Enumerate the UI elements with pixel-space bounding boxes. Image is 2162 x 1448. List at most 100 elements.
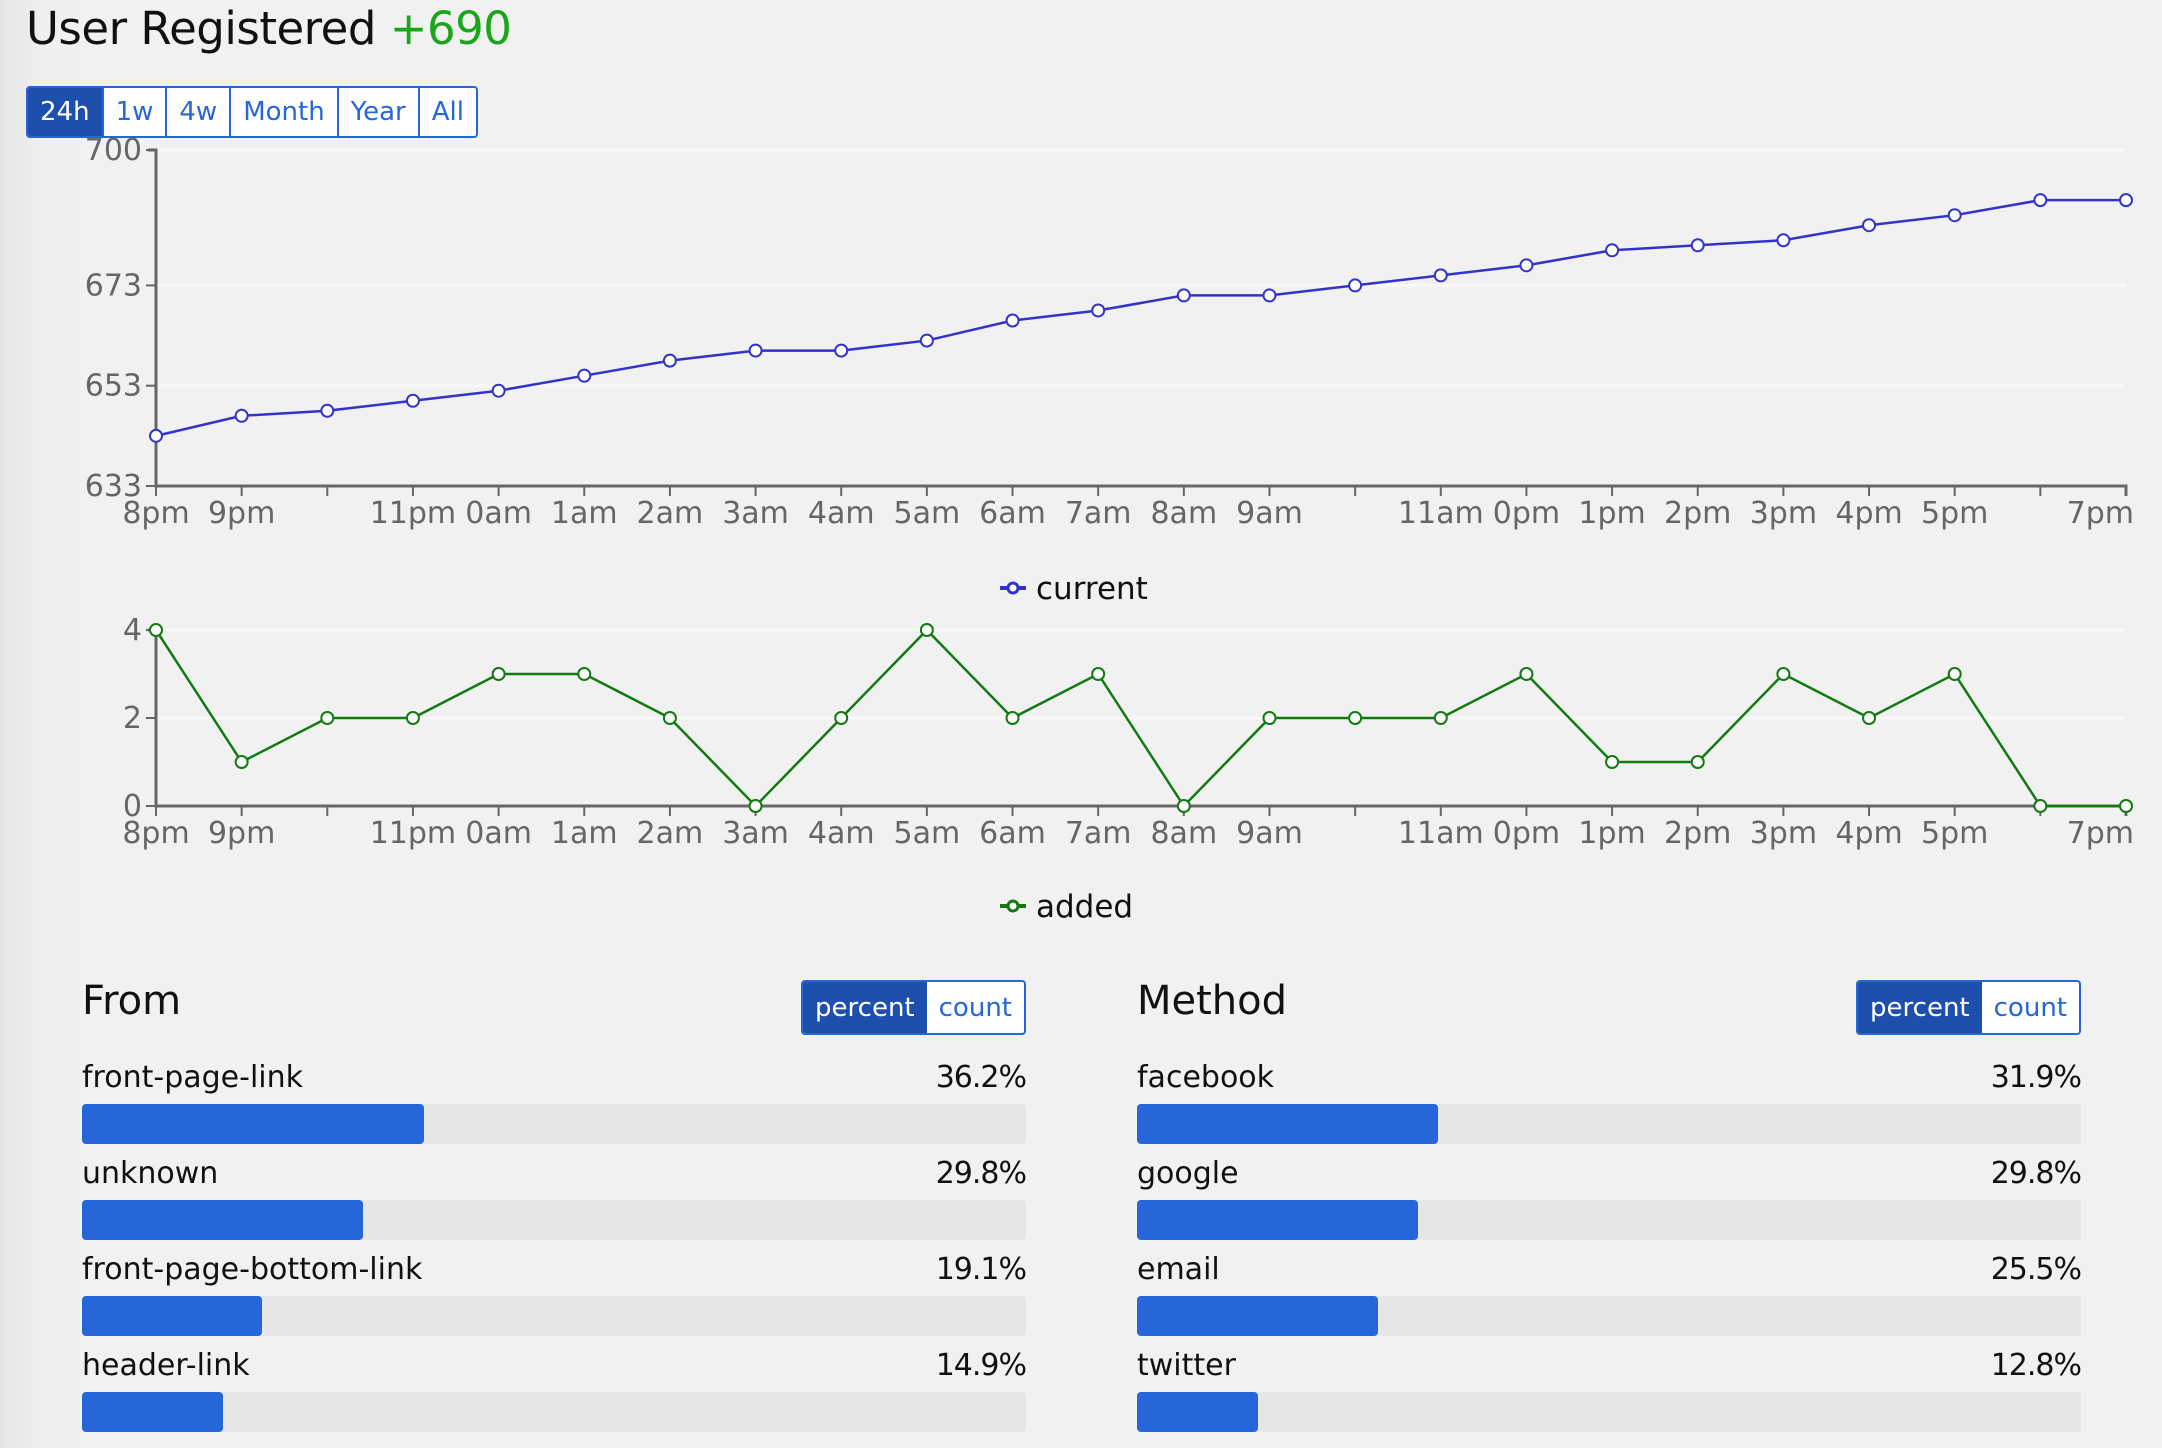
x-tick-label: 7am — [1065, 816, 1132, 851]
registered-delta: +690 — [389, 2, 512, 55]
x-tick-label: 7pm — [2067, 496, 2134, 531]
x-tick-label: 5pm — [1921, 816, 1988, 851]
bar-track — [1137, 1104, 2081, 1144]
bar-fill — [82, 1296, 263, 1336]
x-tick-label: 3am — [722, 816, 789, 851]
x-tick-label: 2pm — [1664, 816, 1731, 851]
data-point — [149, 428, 163, 443]
x-tick-label: 11pm — [370, 816, 456, 851]
x-tick-label: 3pm — [1750, 496, 1817, 531]
row-label: front-page-bottom-link — [82, 1252, 423, 1287]
data-point — [491, 667, 506, 681]
data-point — [834, 343, 849, 358]
data-point — [1519, 258, 1534, 273]
data-point — [577, 667, 592, 681]
x-tick-label: 4pm — [1835, 816, 1902, 851]
range-button-24h[interactable]: 24h — [28, 88, 102, 136]
x-tick-label: 4am — [808, 816, 875, 851]
data-point — [748, 799, 763, 813]
x-tick-label: 2pm — [1664, 496, 1731, 531]
data-point — [1262, 288, 1277, 303]
data-point — [1605, 755, 1620, 769]
bar-fill — [1137, 1296, 1378, 1336]
row-value: 29.8% — [935, 1156, 1027, 1191]
data-point — [1091, 667, 1106, 681]
method-rows: facebook 31.9% google 29.8% email 25.5% … — [1137, 1060, 2082, 1444]
added-users-chart: 0248pm 9pm 11pm 0am 1am 2am 3am 4am 5am 6am 7am 8am… — [122, 613, 2134, 925]
x-tick-label: 1am — [551, 816, 618, 851]
data-point — [1605, 243, 1620, 258]
row-value: 25.5% — [1990, 1252, 2082, 1287]
data-point — [2119, 799, 2133, 813]
row-value: 29.8% — [1990, 1156, 2082, 1191]
x-tick-label: 8am — [1150, 496, 1217, 531]
x-tick-label: 0am — [465, 496, 532, 531]
method-row: email 25.5% — [1137, 1252, 2082, 1348]
legend: added — [1000, 889, 1133, 925]
method-mode-toggle: percent count — [1856, 980, 2081, 1035]
series-line-current — [155, 198, 2126, 438]
data-point — [491, 383, 506, 398]
data-point — [320, 711, 335, 725]
method-count-button[interactable]: count — [1982, 982, 2079, 1033]
range-button-year[interactable]: Year — [336, 88, 418, 136]
x-tick-label: 9pm — [208, 496, 275, 531]
bar-track — [82, 1104, 1026, 1144]
legend-marker-icon — [1006, 899, 1020, 913]
row-value: 12.8% — [1990, 1348, 2082, 1383]
bar-track — [1137, 1296, 2081, 1336]
x-tick-label: 3am — [722, 496, 789, 531]
data-point — [748, 343, 763, 358]
data-point — [1947, 667, 1962, 681]
row-label: unknown — [82, 1156, 219, 1191]
range-button-all[interactable]: All — [417, 88, 476, 136]
data-point — [2033, 799, 2048, 813]
from-count-button[interactable]: count — [927, 982, 1024, 1033]
row-label: header-link — [82, 1348, 250, 1383]
x-tick-label: 5am — [894, 816, 961, 851]
from-mode-toggle: percent count — [801, 980, 1026, 1035]
bar-fill — [1137, 1200, 1419, 1240]
bar-fill — [1137, 1392, 1258, 1432]
data-point — [405, 393, 420, 408]
data-point — [577, 368, 592, 383]
axis-line — [148, 148, 2128, 496]
range-button-month[interactable]: Month — [229, 88, 337, 136]
method-percent-button[interactable]: percent — [1858, 982, 1982, 1033]
bar-track — [1137, 1200, 2081, 1240]
current-users-chart: 6336536737008pm 9pm 11pm 0am 1am 2am 3am 4am 5am… — [85, 133, 2134, 607]
bar-fill — [82, 1104, 424, 1144]
data-point — [662, 711, 677, 725]
bar-fill — [1137, 1104, 1439, 1144]
bar-track — [82, 1200, 1026, 1240]
x-tick-label: 7am — [1065, 496, 1132, 531]
row-label: facebook — [1137, 1060, 1275, 1095]
from-row: header-link 14.9% — [82, 1348, 1027, 1444]
data-point — [1005, 313, 1020, 328]
data-point — [1862, 711, 1877, 725]
y-tick-label: 673 — [85, 268, 142, 303]
bar-track — [1137, 1392, 2081, 1432]
x-tick-label: 4pm — [1835, 496, 1902, 531]
data-point — [1433, 268, 1448, 283]
row-label: google — [1137, 1156, 1239, 1191]
page-title: User Registered +690 — [26, 2, 512, 55]
data-point — [1091, 303, 1106, 318]
x-tick-label: 1pm — [1578, 496, 1645, 531]
data-point — [234, 408, 249, 423]
row-value: 31.9% — [1990, 1060, 2082, 1095]
data-point — [834, 711, 849, 725]
from-percent-button[interactable]: percent — [803, 982, 927, 1033]
range-button-1w[interactable]: 1w — [101, 88, 166, 136]
bar-fill — [82, 1200, 364, 1240]
from-title: From — [82, 978, 182, 1024]
legend-marker-icon — [1006, 581, 1020, 595]
legend-label: added — [1036, 889, 1133, 925]
data-point — [1348, 278, 1363, 293]
range-button-4w[interactable]: 4w — [165, 88, 229, 136]
x-tick-label: 9am — [1236, 496, 1303, 531]
x-tick-label: 9am — [1236, 816, 1303, 851]
x-tick-label: 1pm — [1578, 816, 1645, 851]
row-value: 36.2% — [935, 1060, 1027, 1095]
data-point — [1005, 711, 1020, 725]
